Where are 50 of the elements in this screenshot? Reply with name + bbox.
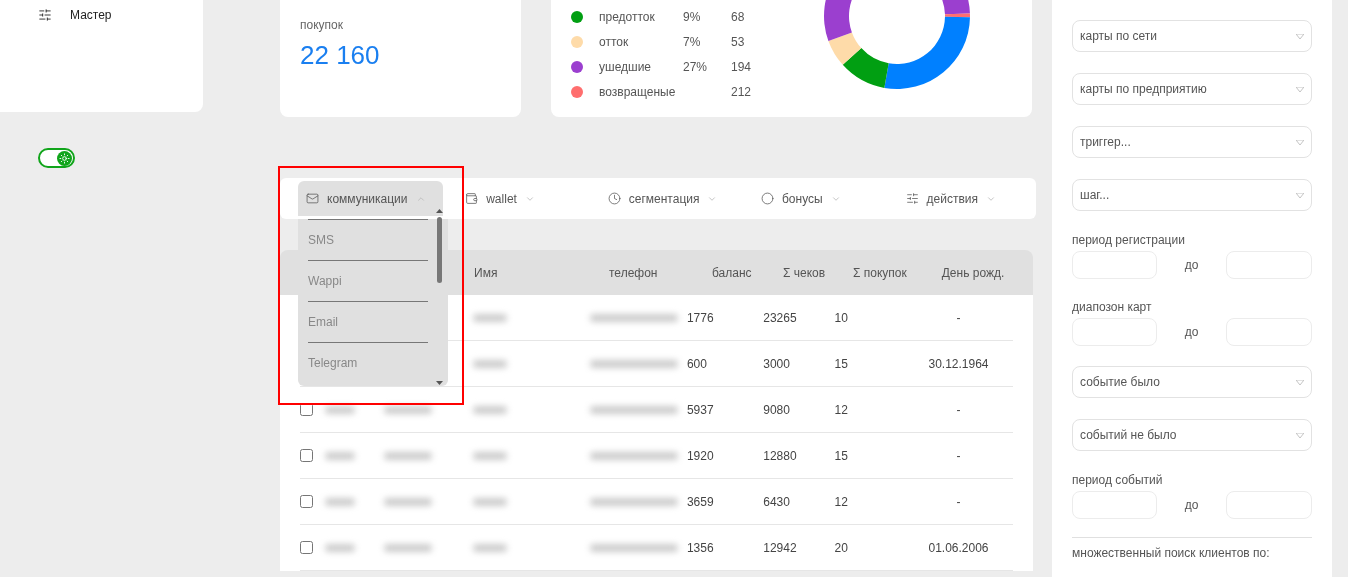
stats-value: 22 160 — [300, 39, 381, 72]
section-label: множественный поиск клиентов по: — [1072, 545, 1271, 562]
column-header: телефон — [609, 265, 658, 280]
table-cell: - — [956, 310, 961, 325]
table-cell: 1920 — [686, 448, 714, 463]
legend-label: возвращеные — [599, 83, 677, 101]
column-header: баланс — [712, 265, 752, 280]
table-cell: - — [956, 494, 961, 509]
stats-label: покупок — [300, 17, 344, 34]
table-cell: 12 — [834, 402, 848, 417]
table-cell: 3000 — [763, 356, 790, 371]
range-separator: до — [1184, 497, 1199, 514]
range-separator: до — [1184, 324, 1199, 341]
table-cell: - — [956, 402, 961, 417]
column-header: Σ чеков — [783, 265, 826, 280]
table-cell: 15 — [834, 448, 848, 463]
table-cell: 3659 — [686, 494, 714, 509]
table-cell: 10 — [834, 310, 848, 325]
legend-count: 68 — [731, 8, 745, 26]
legend-label: предотток — [599, 8, 656, 26]
table-cell: 6430 — [763, 494, 790, 509]
field-label: период регистрации — [1072, 232, 1186, 248]
legend-count: 212 — [731, 83, 752, 101]
legend-percent: 7% — [683, 34, 701, 49]
table-cell: 1356 — [686, 540, 714, 555]
table-cell: 12880 — [763, 448, 797, 463]
range-separator: до — [1184, 257, 1199, 274]
column-header: Σ покупок — [853, 265, 907, 280]
legend-count: 53 — [731, 33, 745, 51]
table-cell: 30.12.1964 — [928, 356, 989, 371]
legend-label: ушедшие — [599, 58, 653, 76]
table-cell: 23265 — [763, 310, 797, 325]
legend-percent: 9% — [683, 9, 701, 24]
table-cell: 01.06.2006 — [928, 540, 989, 555]
table-cell: 600 — [686, 356, 707, 371]
table-cell: 12 — [834, 494, 848, 509]
table-cell: - — [956, 448, 961, 463]
table-cell: 20 — [834, 540, 848, 555]
field-label: диапозон карт — [1072, 299, 1153, 315]
column-header: Имя — [474, 265, 498, 280]
legend-label: отток — [599, 33, 630, 51]
table-cell: 12942 — [763, 540, 797, 555]
legend-count: 194 — [731, 58, 752, 76]
table-cell: 1776 — [686, 310, 714, 325]
field-label: период событий — [1072, 472, 1164, 488]
table-cell: 5937 — [686, 402, 714, 417]
table-cell: 15 — [834, 356, 848, 371]
table-cell: 9080 — [763, 402, 790, 417]
legend-percent: 27% — [683, 59, 708, 74]
column-header: День рожд. — [941, 265, 1005, 280]
